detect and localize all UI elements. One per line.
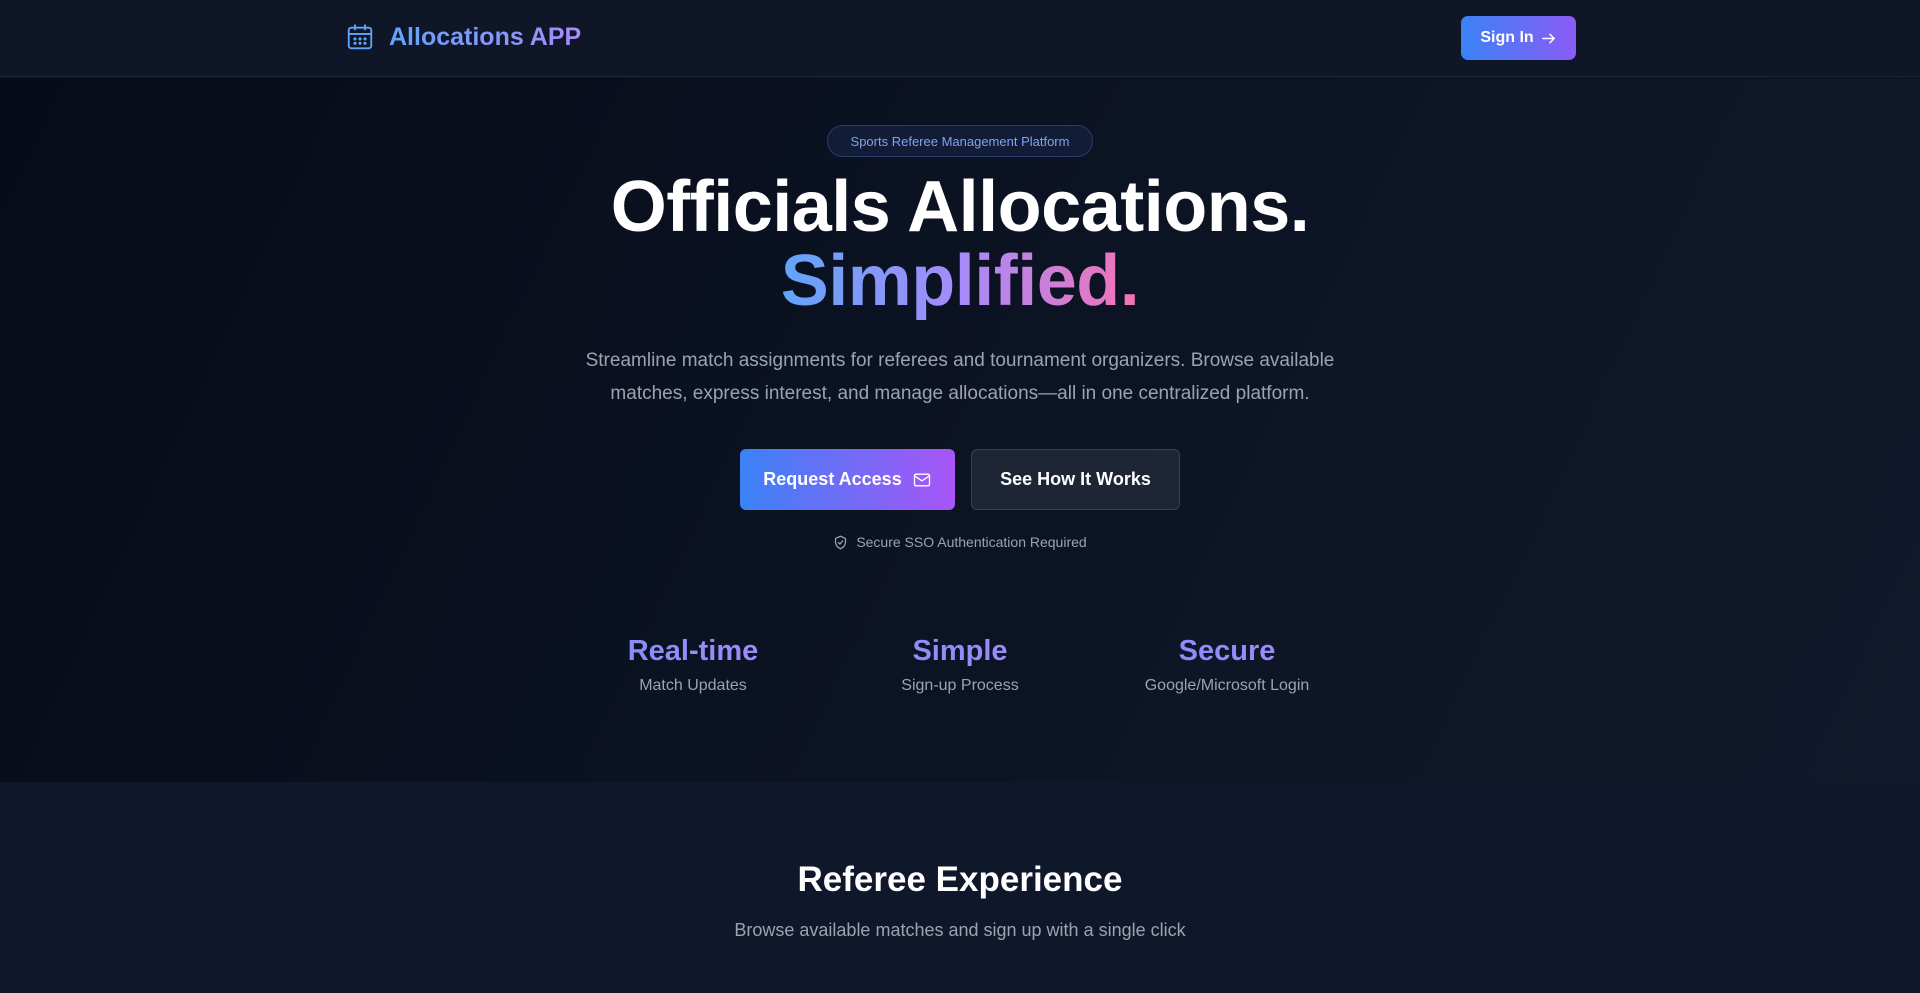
referee-experience-section: Referee Experience Browse available matc… <box>0 782 1920 993</box>
feature-title: Real-time <box>573 633 813 669</box>
sso-note-text: Secure SSO Authentication Required <box>856 534 1087 550</box>
hero-subtitle: Streamline match assignments for referee… <box>585 350 1335 404</box>
hero-headline-accent-text: Simplified. <box>780 241 1140 321</box>
shield-check-icon <box>835 535 847 549</box>
feature-subtitle: Google/Microsoft Login <box>1144 677 1310 694</box>
hero-headline-accent: Simplified. <box>0 243 1920 319</box>
feature-simple: Simple Sign-up Process <box>840 633 1080 695</box>
feature-title: Secure <box>1107 633 1347 669</box>
arrow-right-icon <box>1541 33 1555 43</box>
request-access-label: Request Access <box>763 469 902 489</box>
top-navbar: Allocations APP Sign In <box>0 0 1920 77</box>
hero-section: Sports Referee Management Platform Offic… <box>0 78 1920 782</box>
feature-title: Simple <box>840 633 1080 669</box>
sign-in-label: Sign In <box>1480 29 1534 46</box>
section-subtitle: Browse available matches and sign up wit… <box>734 920 1186 940</box>
mail-icon <box>913 473 930 486</box>
feature-subtitle: Match Updates <box>639 677 747 694</box>
feature-subtitle: Sign-up Process <box>901 677 1019 694</box>
hero-headline: Officials Allocations. <box>610 167 1310 247</box>
feature-secure: Secure Google/Microsoft Login <box>1107 633 1347 695</box>
sign-in-button[interactable]: Sign In <box>1461 16 1576 60</box>
calendar-icon <box>347 24 373 50</box>
platform-badge: Sports Referee Management Platform <box>827 125 1093 157</box>
see-how-it-works-button[interactable]: See How It Works <box>971 449 1180 510</box>
request-access-button[interactable]: Request Access <box>740 449 955 510</box>
sso-note: Secure SSO Authentication Required <box>0 534 1920 550</box>
brand[interactable]: Allocations APP <box>345 22 581 52</box>
feature-realtime: Real-time Match Updates <box>573 633 813 695</box>
brand-name: Allocations APP <box>389 23 582 51</box>
section-title: Referee Experience <box>797 860 1123 899</box>
